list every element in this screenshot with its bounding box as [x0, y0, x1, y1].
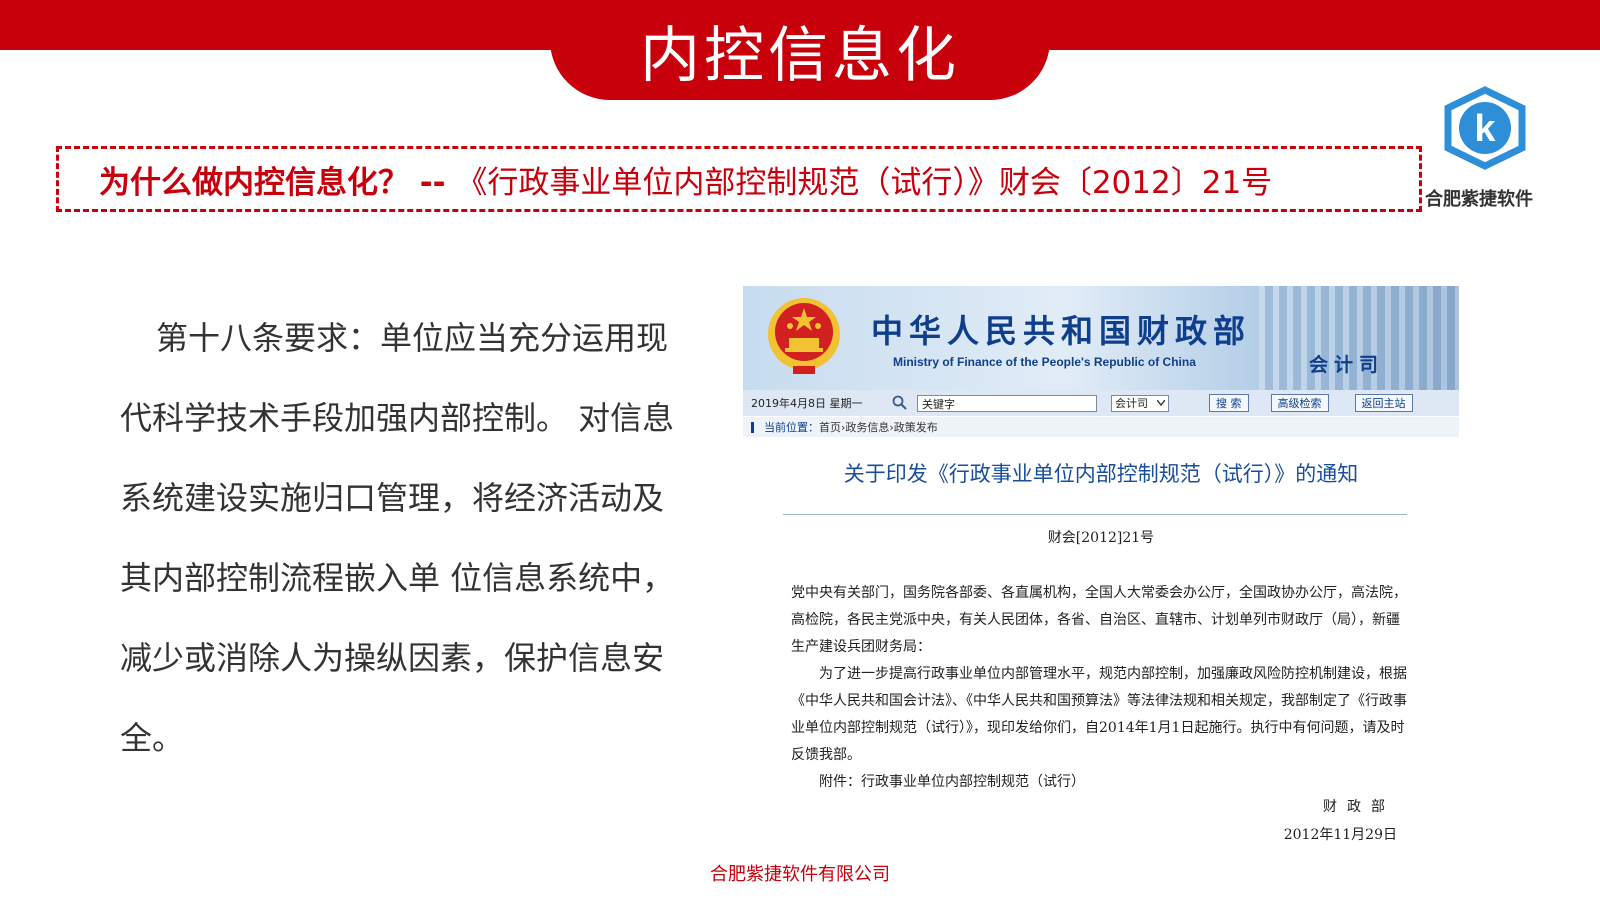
title-tab: 内控信息化	[550, 0, 1050, 100]
signature-date: 2012年11月29日	[1283, 827, 1397, 843]
breadcrumb-marker	[751, 421, 754, 433]
mof-name-english: Ministry of Finance of the People's Repu…	[893, 355, 1196, 369]
mof-banner: 中华人民共和国财政部 Ministry of Finance of the Pe…	[743, 286, 1459, 402]
mof-toolbar: 2019年4月8日 星期一 关键字 会计司 搜 索 高级检索 返回主站	[743, 390, 1459, 416]
breadcrumb-path[interactable]: 首页›政务信息›政策发布	[819, 419, 938, 435]
building-image	[1259, 286, 1459, 402]
select-value: 会计司	[1115, 397, 1148, 410]
notice-divider	[783, 514, 1407, 515]
search-icon	[892, 395, 907, 410]
notice-attachment: 附件：行政事业单位内部控制规范（试行）	[819, 774, 1085, 790]
notice-addressees: 党中央有关部门，国务院各部委、各直属机构，全国人大常委会办公厅，全国政协办公厅，…	[791, 585, 1407, 655]
mof-webpage-screenshot: 中华人民共和国财政部 Ministry of Finance of the Pe…	[743, 286, 1459, 866]
signature-department: 财政部	[1323, 799, 1395, 815]
logo-letter: k	[1474, 108, 1496, 150]
question-box: 为什么做内控信息化？ -- 《行政事业单位内部控制规范（试行）》财会〔2012〕…	[56, 146, 1422, 212]
chevron-down-icon	[1157, 400, 1165, 406]
slide-title: 内控信息化	[640, 20, 960, 91]
notice-paragraph: 为了进一步提高行政事业单位内部管理水平，规范内部控制，加强廉政风险防控机制建设，…	[791, 666, 1407, 763]
return-home-button[interactable]: 返回主站	[1354, 394, 1413, 412]
national-emblem-icon	[768, 298, 840, 374]
document-number: 财会[2012]21号	[1047, 530, 1155, 546]
keyword-search-input[interactable]: 关键字	[917, 394, 1097, 412]
question-heading: 为什么做内控信息化？ --	[99, 164, 457, 201]
footer-company: 合肥紫捷软件有限公司	[710, 864, 890, 885]
mof-name-chinese: 中华人民共和国财政部	[871, 312, 1252, 350]
notice-body: 党中央有关部门，国务院各部委、各直属机构，全国人大常委会办公厅，全国政协办公厅，…	[791, 580, 1411, 796]
search-button[interactable]: 搜 索	[1209, 394, 1249, 412]
advanced-search-button[interactable]: 高级检索	[1270, 394, 1329, 412]
toolbar-date: 2019年4月8日 星期一	[751, 397, 863, 410]
breadcrumb-label: 当前位置：	[764, 421, 819, 434]
logo-caption: 合肥紫捷软件	[1425, 189, 1533, 210]
article-text: 第十八条要求：单位应当充分运用现代科学技术手段加强内部控制。 对信息系统建设实施…	[120, 319, 675, 757]
question-regulation: 《行政事业单位内部控制规范（试行）》财会〔2012〕21号	[456, 164, 1273, 201]
department-select[interactable]: 会计司	[1111, 394, 1169, 412]
breadcrumb: 当前位置： 首页›政务信息›政策发布	[743, 417, 1459, 437]
notice-title: 关于印发《行政事业单位内部控制规范（试行）》的通知	[843, 462, 1359, 486]
mof-department: 会计司	[1309, 354, 1385, 376]
